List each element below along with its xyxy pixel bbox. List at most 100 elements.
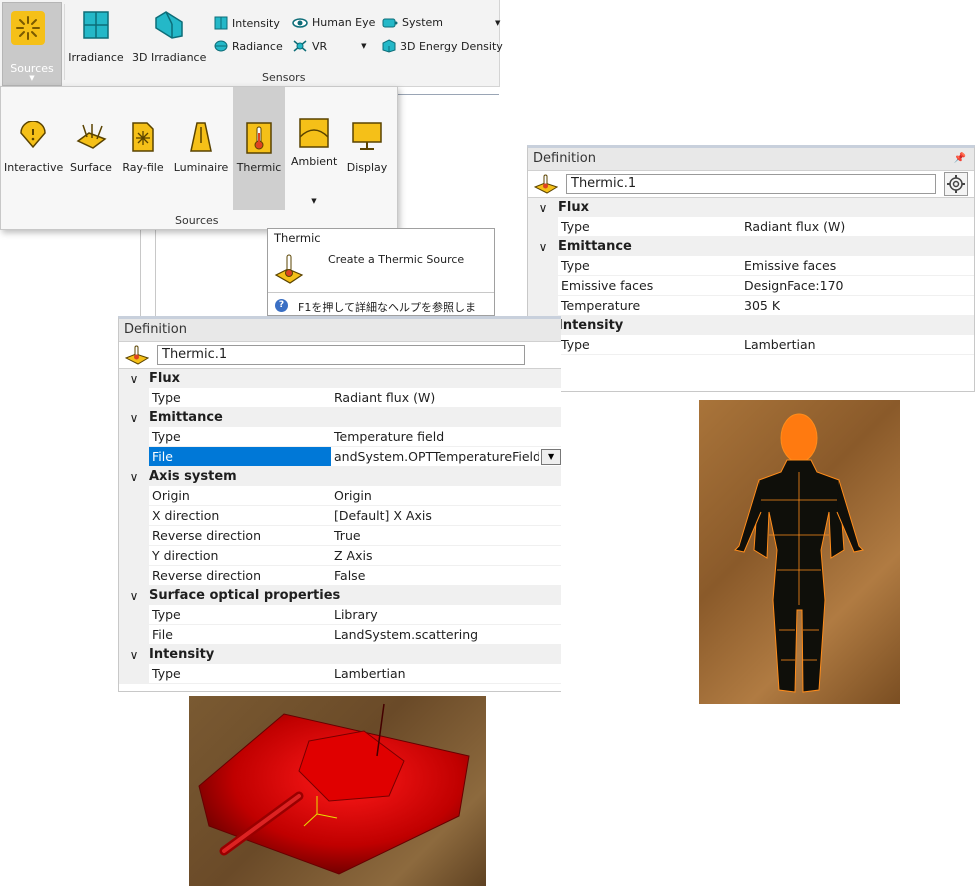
thermic-tooltip: Thermic Create a Thermic Source ? F1を押して… — [267, 228, 495, 330]
ambient-source-icon — [299, 118, 329, 148]
pin-icon[interactable]: 📌 — [954, 148, 966, 170]
property-row[interactable]: Emissive faces DesignFace:170 — [528, 276, 974, 296]
chevron-down-icon[interactable]: ∨ — [119, 372, 149, 386]
energy-density-3d-button[interactable]: 3D Energy Density — [382, 39, 503, 53]
display-source-button[interactable]: Display — [343, 87, 391, 211]
chevron-down-icon[interactable]: ▼ — [291, 197, 337, 205]
category-header[interactable]: ∨ Emittance — [119, 408, 561, 427]
luminaire-source-icon — [190, 122, 212, 152]
property-value[interactable]: Temperature field — [331, 427, 444, 446]
vr-button[interactable]: VR ▼ — [292, 39, 367, 53]
property-value[interactable]: Emissive faces — [741, 256, 836, 275]
property-value[interactable]: Lambertian — [331, 664, 406, 683]
irradiance-3d-button[interactable]: 3D Irradiance — [132, 6, 206, 66]
object-name-field[interactable]: Thermic.1 — [566, 174, 936, 194]
property-value[interactable]: True — [331, 526, 361, 545]
help-icon: ? — [275, 299, 288, 312]
property-value[interactable]: Library — [331, 605, 378, 624]
property-value[interactable]: Z Axis — [331, 546, 372, 565]
chevron-down-icon[interactable]: ∨ — [119, 589, 149, 603]
human-eye-button[interactable]: Human Eye — [292, 16, 375, 29]
irradiance-label: Irradiance — [68, 51, 124, 64]
property-row[interactable]: Temperature 305 K — [528, 296, 974, 316]
row-gutter — [119, 526, 149, 545]
chevron-down-icon[interactable]: ∨ — [528, 240, 558, 254]
property-value[interactable]: Radiant flux (W) — [331, 388, 435, 407]
tooltip-title: Thermic — [274, 231, 321, 245]
definition-panel-right: Definition 📌 Thermic.1 ∨ Flux Type Radiant … — [527, 145, 975, 392]
property-row[interactable]: Type Radiant flux (W) — [119, 388, 561, 408]
energy-density-3d-label: 3D Energy Density — [400, 39, 503, 53]
luminaire-source-button[interactable]: Luminaire — [173, 87, 229, 211]
ambient-source-button[interactable]: Ambient ▼ — [291, 87, 337, 211]
chevron-down-icon[interactable]: ∨ — [119, 648, 149, 662]
property-row[interactable]: Type Lambertian — [119, 664, 561, 684]
property-value[interactable]: DesignFace:170 — [741, 276, 844, 295]
panel-title: Definition — [124, 322, 187, 337]
thermic-source-button[interactable]: Thermic — [233, 87, 285, 210]
property-row[interactable]: File andSystem.OPTTemperatureField ▼ — [119, 447, 561, 467]
chevron-down-icon[interactable]: ∨ — [119, 411, 149, 425]
property-value[interactable]: [Default] X Axis — [331, 506, 432, 525]
category-header[interactable]: ∨ Axis system — [119, 467, 561, 486]
intensity-button[interactable]: Intensity — [214, 16, 280, 30]
thermometer-icon — [274, 254, 304, 284]
property-row[interactable]: Type Lambertian — [528, 335, 974, 355]
category-header[interactable]: ∨Intensity — [119, 645, 561, 664]
vr-icon — [293, 40, 307, 52]
category-header[interactable]: ∨Intensity — [528, 316, 974, 335]
ribbon-divider — [64, 4, 65, 80]
category-header[interactable]: ∨ Flux — [119, 369, 561, 388]
category-label: Flux — [558, 200, 589, 215]
property-row[interactable]: Origin Origin — [119, 486, 561, 506]
surface-source-icon — [76, 124, 107, 149]
property-value[interactable]: Lambertian — [741, 335, 816, 354]
gear-icon[interactable] — [944, 172, 968, 196]
system-icon — [382, 18, 398, 27]
irradiance-button[interactable]: Irradiance — [66, 6, 126, 66]
radiance-icon — [214, 40, 228, 52]
property-row[interactable]: Reverse direction True — [119, 526, 561, 546]
interactive-source-icon — [20, 121, 46, 149]
property-name: Type — [561, 337, 590, 352]
chevron-down-icon[interactable]: ▼ — [495, 19, 500, 27]
interactive-source-button[interactable]: Interactive — [4, 87, 63, 211]
dropdown-button[interactable]: ▼ — [541, 448, 561, 465]
property-row[interactable]: Reverse direction False — [119, 566, 561, 586]
thermometer-icon — [534, 174, 558, 194]
property-value[interactable]: LandSystem.scattering — [331, 625, 478, 644]
ambient-label: Ambient — [291, 155, 338, 168]
display-source-icon — [352, 122, 382, 150]
category-header[interactable]: ∨ Surface optical properties — [119, 586, 561, 605]
system-label: System — [402, 16, 444, 29]
property-row[interactable]: File LandSystem.scattering — [119, 625, 561, 645]
radiance-button[interactable]: Radiance — [214, 39, 283, 53]
property-name: Emissive faces — [561, 278, 654, 293]
property-row[interactable]: Type Radiant flux (W) — [528, 217, 974, 237]
property-value[interactable]: Radiant flux (W) — [741, 217, 845, 236]
property-row[interactable]: Type Library — [119, 605, 561, 625]
background-window-frame — [140, 228, 141, 318]
property-grid: ∨ Flux Type Radiant flux (W) ∨ Emittance Type T… — [119, 369, 561, 684]
chevron-down-icon[interactable]: ▼ — [361, 42, 366, 50]
category-header[interactable]: ∨ Flux — [528, 198, 974, 217]
chevron-down-icon[interactable]: ∨ — [528, 201, 558, 215]
chevron-down-icon: ▼ — [29, 74, 35, 82]
property-value[interactable]: Origin — [331, 486, 372, 505]
object-name-field[interactable]: Thermic.1 — [157, 345, 525, 365]
property-value[interactable]: 305 K — [741, 296, 780, 315]
property-row[interactable]: Type Emissive faces — [528, 256, 974, 276]
category-label: Flux — [149, 371, 180, 386]
category-header[interactable]: ∨ Emittance — [528, 237, 974, 256]
system-button[interactable]: System ▼ — [382, 16, 500, 29]
sources-button[interactable]: Sources ▼ — [2, 2, 62, 86]
irradiance-3d-label: 3D Irradiance — [132, 51, 207, 64]
property-value[interactable]: False — [331, 566, 365, 585]
property-value[interactable]: andSystem.OPTTemperatureField — [331, 447, 539, 466]
property-row[interactable]: Type Temperature field — [119, 427, 561, 447]
property-row[interactable]: Y direction Z Axis — [119, 546, 561, 566]
surface-source-button[interactable]: Surface — [67, 87, 115, 211]
ray-file-source-button[interactable]: Ray-file — [119, 87, 167, 211]
chevron-down-icon[interactable]: ∨ — [119, 470, 149, 484]
property-row[interactable]: X direction [Default] X Axis — [119, 506, 561, 526]
